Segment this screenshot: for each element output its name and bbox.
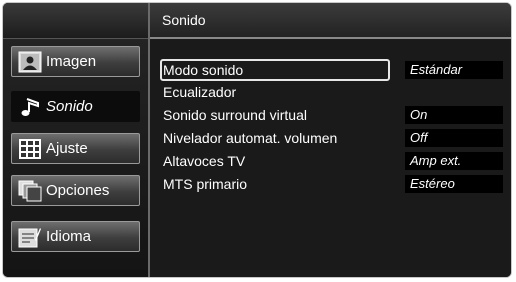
- settings-panel: Modo sonido Estándar Ecualizador Sonido …: [150, 39, 511, 277]
- setting-label: Ecualizador: [163, 84, 237, 100]
- setting-value: Amp ext.: [405, 152, 503, 170]
- layers-icon: [18, 180, 42, 202]
- sidebar-item-ajuste[interactable]: Ajuste: [11, 133, 140, 164]
- music-note-icon: [18, 96, 42, 118]
- tv-menu: Imagen Sonido Ajuste Opciones Idioma Son…: [2, 2, 512, 278]
- setting-label: Altavoces TV: [163, 153, 246, 169]
- setting-row-mts[interactable]: MTS primario Estéreo: [160, 173, 506, 195]
- setting-label: MTS primario: [163, 176, 248, 192]
- language-icon: [18, 226, 42, 248]
- setting-row-modo-sonido[interactable]: Modo sonido Estándar: [160, 59, 506, 81]
- sidebar-item-label: Imagen: [46, 53, 97, 70]
- setting-row-surround[interactable]: Sonido surround virtual On: [160, 104, 506, 126]
- setting-value: Off: [405, 129, 503, 147]
- sidebar-item-label: Ajuste: [46, 140, 88, 157]
- sidebar-item-label: Opciones: [46, 182, 110, 199]
- sidebar: Imagen Sonido Ajuste Opciones Idioma: [3, 3, 148, 277]
- sidebar-item-sonido[interactable]: Sonido: [11, 91, 140, 122]
- setting-value: On: [405, 106, 503, 124]
- setting-value: Estéreo: [405, 175, 503, 193]
- sidebar-item-opciones[interactable]: Opciones: [11, 175, 140, 206]
- sidebar-item-label: Idioma: [46, 228, 92, 245]
- setting-row-nivelador[interactable]: Nivelador automat. volumen Off: [160, 127, 506, 149]
- setting-label: Modo sonido: [163, 62, 244, 78]
- setting-label: Sonido surround virtual: [163, 107, 307, 123]
- setting-value: Estándar: [405, 61, 503, 79]
- sidebar-top-strip: [3, 3, 148, 39]
- grid-icon: [18, 138, 42, 160]
- setting-row-altavoces[interactable]: Altavoces TV Amp ext.: [160, 150, 506, 172]
- sidebar-item-imagen[interactable]: Imagen: [11, 46, 140, 77]
- sidebar-item-idioma[interactable]: Idioma: [11, 221, 140, 252]
- setting-label: Nivelador automat. volumen: [163, 130, 338, 146]
- page-title: Sonido: [150, 3, 511, 39]
- sidebar-item-label: Sonido: [46, 98, 93, 115]
- setting-row-ecualizador[interactable]: Ecualizador: [160, 81, 506, 103]
- picture-icon: [18, 51, 42, 73]
